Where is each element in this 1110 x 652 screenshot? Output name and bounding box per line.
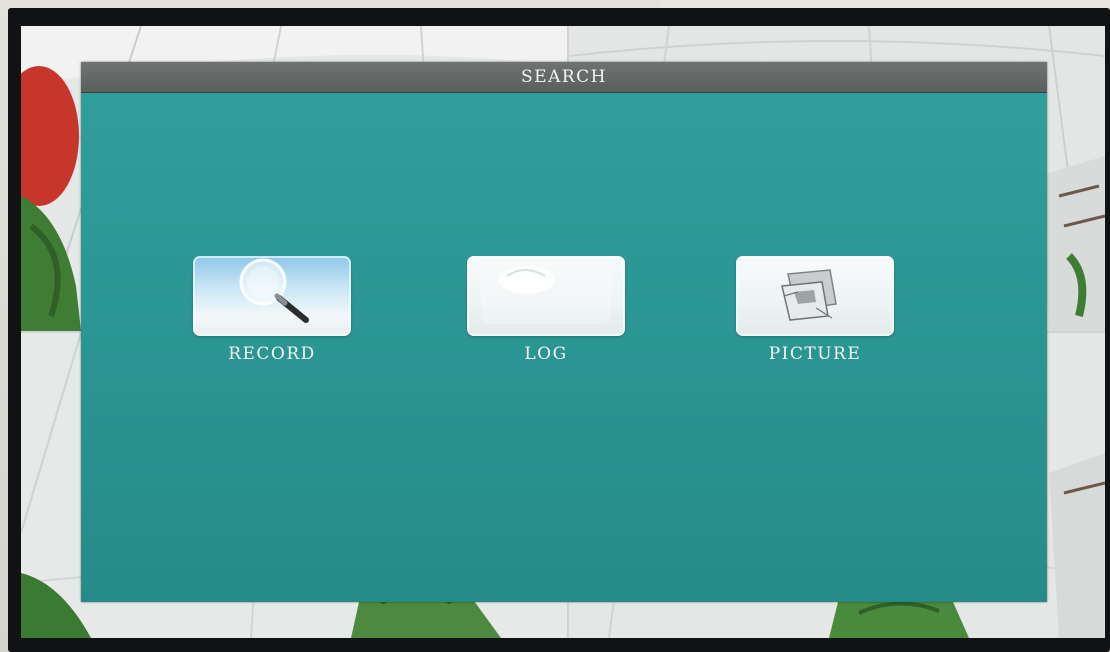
monitor-brand-logo (535, 640, 575, 652)
magnifier-icon (239, 258, 309, 323)
picture-option-button[interactable] (736, 256, 894, 336)
photos-icon (781, 269, 837, 321)
log-option-label[interactable]: LOG (446, 344, 646, 364)
document-icon (481, 266, 611, 324)
dialog-title: SEARCH (521, 67, 607, 87)
log-option-button[interactable] (467, 256, 625, 336)
search-dialog: SEARCH RECORD LOG PICTURE (81, 62, 1047, 602)
dvr-screen: SEARCH RECORD LOG PICTURE (21, 26, 1105, 638)
picture-option-label[interactable]: PICTURE (715, 344, 915, 364)
record-option-button[interactable] (193, 256, 351, 336)
record-option-label[interactable]: RECORD (172, 344, 372, 364)
